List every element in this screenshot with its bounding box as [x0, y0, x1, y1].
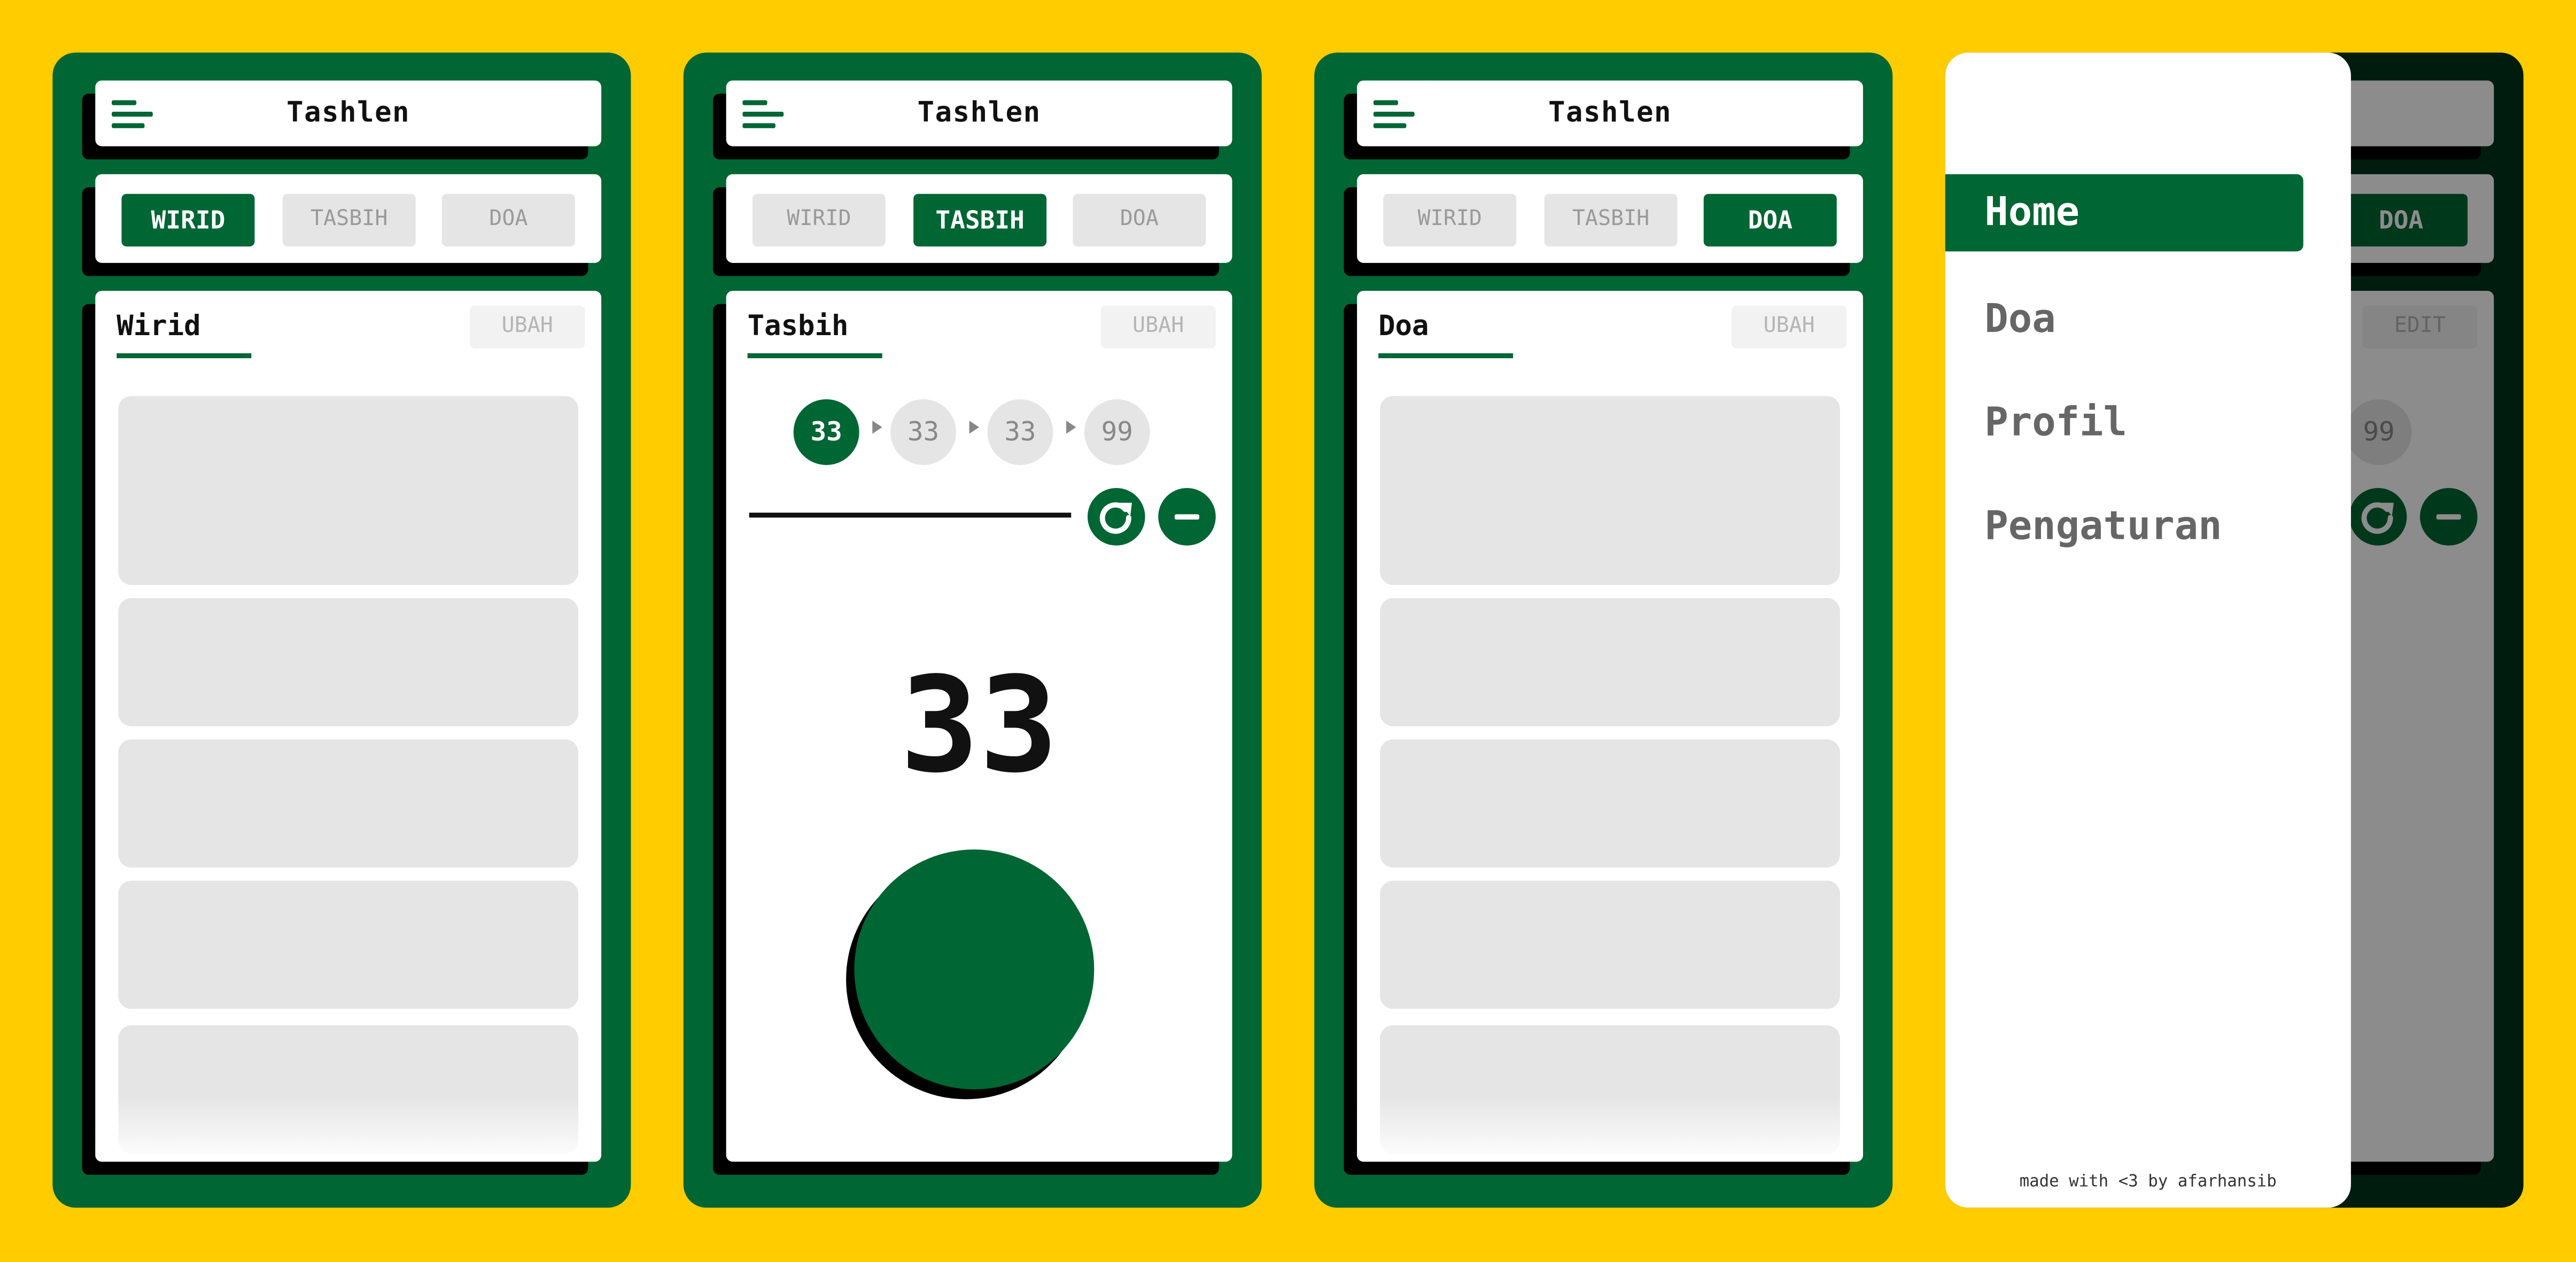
wirid-card-placeholder[interactable]: [118, 396, 579, 585]
tab-doa[interactable]: DOA: [1073, 193, 1206, 247]
phone-doa: Tashlen WIRID TASBIH DOA Doa UBAH: [1314, 52, 1893, 1208]
app-header: Tashlen: [726, 80, 1232, 146]
wirid-card-placeholder[interactable]: [118, 880, 579, 1009]
tab-bar: WIRID TASBIH DOA: [95, 174, 602, 263]
phone-wirid: Tashlen WIRID TASBIH DOA Wirid UBAH: [52, 52, 631, 1208]
tab-bar: WIRID TASBIH DOA: [1357, 174, 1863, 263]
tab-doa[interactable]: DOA: [1703, 193, 1837, 247]
step-pill-2[interactable]: 33: [890, 399, 957, 465]
showcase-stage: Tashlen WIRID TASBIH DOA Wirid UBAH Tash…: [0, 0, 2576, 1262]
chevron-right-icon: [872, 420, 882, 434]
app-title: Tashlen: [1548, 97, 1672, 130]
drawer-item-doa[interactable]: Doa: [1945, 281, 2303, 358]
progress-line: [749, 513, 1072, 518]
section-underline: [1378, 353, 1514, 359]
drawer-credit: made with <3 by afarhansib: [2019, 1173, 2277, 1191]
doa-card-placeholder[interactable]: [1380, 598, 1840, 726]
scroll-fade: [95, 1096, 602, 1162]
edit-button[interactable]: UBAH: [1731, 305, 1847, 349]
content-panel: Wirid UBAH: [95, 291, 602, 1162]
tab-wirid[interactable]: WIRID: [121, 193, 255, 247]
edit-button[interactable]: UBAH: [470, 305, 585, 349]
content-panel: Tasbih UBAH 33 33 33 99 33: [726, 291, 1232, 1162]
edit-button[interactable]: UBAH: [1100, 305, 1216, 349]
drawer-item-pengaturan[interactable]: Pengaturan: [1945, 488, 2303, 565]
app-header: Tashlen: [95, 80, 602, 146]
tab-doa[interactable]: DOA: [441, 193, 575, 247]
section-title: Doa: [1378, 310, 1429, 344]
section-title: Tasbih: [747, 310, 849, 344]
chevron-right-icon: [969, 420, 980, 434]
drawer-item-profil[interactable]: Profil: [1945, 384, 2303, 461]
step-pill-3[interactable]: 33: [987, 399, 1053, 465]
tab-wirid[interactable]: WIRID: [752, 193, 886, 247]
doa-card-placeholder[interactable]: [1380, 739, 1840, 868]
wirid-card-placeholder[interactable]: [118, 598, 579, 726]
minus-icon: [1174, 514, 1200, 520]
section-underline: [747, 353, 882, 359]
doa-card-placeholder[interactable]: [1380, 396, 1840, 585]
tab-tasbih[interactable]: TASBIH: [282, 193, 416, 247]
tap-counter-button[interactable]: [854, 849, 1095, 1090]
reset-icon: [1099, 502, 1132, 534]
tab-tasbih[interactable]: TASBIH: [1544, 193, 1678, 247]
tab-bar: WIRID TASBIH DOA: [726, 174, 1232, 263]
minus-button[interactable]: [1158, 487, 1216, 546]
step-pill-4[interactable]: 99: [1084, 399, 1150, 465]
wirid-card-placeholder[interactable]: [118, 739, 579, 868]
app-title: Tashlen: [286, 97, 410, 130]
drawer-item-home[interactable]: Home: [1945, 174, 2303, 252]
navigation-drawer: Home Doa Profil Pengaturan made with <3 …: [1945, 52, 2351, 1208]
section-title: Wirid: [117, 310, 201, 344]
scroll-fade: [1357, 1096, 1863, 1162]
reset-button[interactable]: [1087, 487, 1145, 546]
app-header: Tashlen: [1357, 80, 1863, 146]
step-pill-1[interactable]: 33: [793, 399, 859, 465]
section-underline: [117, 353, 252, 359]
doa-card-placeholder[interactable]: [1380, 880, 1840, 1009]
phone-tasbih: Tashlen WIRID TASBIH DOA Tasbih UBAH 33 …: [683, 52, 1262, 1208]
counter-display: 33: [900, 649, 1059, 802]
chevron-right-icon: [1066, 420, 1076, 434]
content-panel: Doa UBAH: [1357, 291, 1863, 1162]
tab-wirid[interactable]: WIRID: [1383, 193, 1517, 247]
tab-tasbih[interactable]: TASBIH: [913, 193, 1047, 247]
app-title: Tashlen: [917, 97, 1041, 130]
